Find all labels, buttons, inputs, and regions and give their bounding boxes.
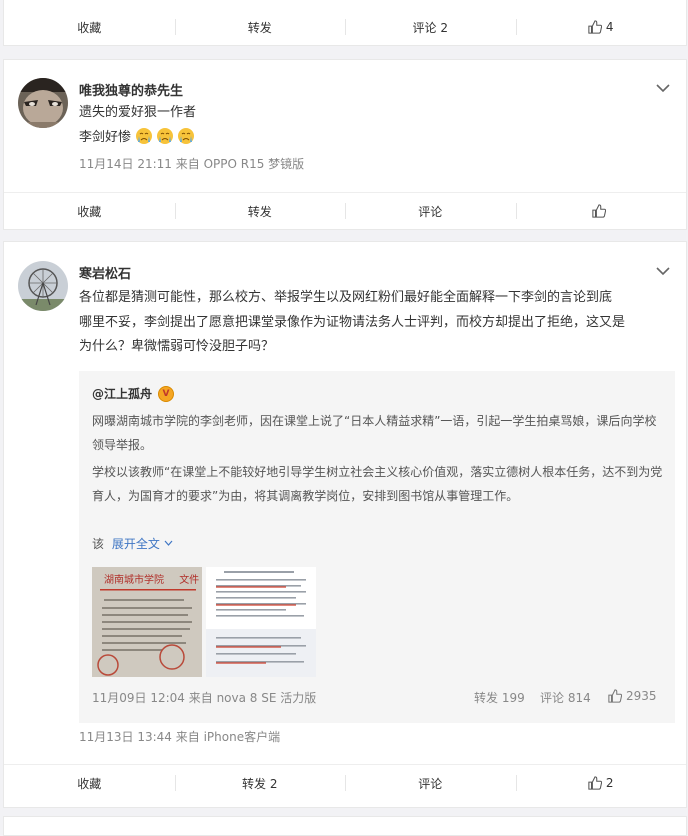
chevron-down-icon — [164, 540, 173, 546]
collect-label: 收藏 — [77, 20, 102, 35]
post-text-line: 为什么？卑微懦弱可怜没胆子吗？ — [79, 339, 275, 354]
avatar[interactable] — [18, 261, 68, 311]
username[interactable]: 寒岩松石 — [79, 263, 131, 282]
verified-badge-icon: V — [158, 385, 175, 402]
thumbs-up-icon — [588, 776, 602, 790]
username[interactable]: 唯我独尊的恭先生 — [79, 80, 183, 99]
forward-label: 转发 2 — [242, 776, 278, 791]
forward-button[interactable]: 转发 — [174, 9, 346, 45]
post-text-line: 各位都是猜测可能性，那么校方、举报学生以及网红粉们最好能全面解释一下李剑的言论到… — [79, 290, 613, 305]
post-actions: 收藏 转发 评论 2 4 — [4, 9, 686, 45]
forward-button[interactable]: 转发 — [174, 193, 346, 229]
quoted-forward-button[interactable]: 转发 199 — [474, 689, 525, 706]
expand-prefix: 该 — [92, 537, 105, 551]
post-text-line: 遗失的爱好狠一作者 — [79, 105, 197, 120]
crying-face-icon — [136, 128, 153, 144]
post-actions: 收藏 转发 评论 — [4, 192, 686, 229]
post-card-1: 收藏 转发 评论 2 4 — [3, 0, 687, 46]
collect-label: 收藏 — [77, 204, 102, 219]
post-card-3: 寒岩松石 各位都是猜测可能性，那么校方、举报学生以及网红粉们最好能全面解释一下李… — [3, 241, 687, 808]
quoted-author-row: @江上孤舟 V — [92, 385, 175, 402]
comment-label: 评论 2 — [412, 20, 448, 35]
quoted-text-line: 网曝湖南城市学院的李剑老师，因在课堂上说了“日本人精益求精”一语，引起一学生拍桌… — [92, 414, 657, 428]
quoted-meta: 11月09日 12:04 来自 nova 8 SE 活力版 — [92, 691, 317, 705]
crying-face-icon — [178, 128, 195, 144]
post-actions: 收藏 转发 2 评论 2 — [4, 764, 686, 801]
comment-label: 评论 — [418, 776, 443, 791]
comment-button[interactable]: 评论 — [345, 193, 516, 229]
forward-button[interactable]: 转发 2 — [174, 765, 346, 801]
thumbs-up-icon — [592, 204, 606, 218]
document-photo — [206, 567, 316, 677]
post-card-2: 唯我独尊的恭先生 遗失的爱好狠一作者 李剑好惨 11月14日 21:11 来自 … — [3, 59, 687, 230]
collect-button[interactable]: 收藏 — [4, 9, 175, 45]
forward-label: 转发 — [247, 204, 272, 219]
crying-face-icon — [157, 128, 174, 144]
expand-full-text-link[interactable]: 展开全文 — [112, 537, 173, 551]
document-image-2[interactable] — [206, 567, 316, 677]
quoted-author[interactable]: @江上孤舟 — [92, 385, 152, 402]
expand-label: 展开全文 — [111, 537, 160, 551]
collect-button[interactable]: 收藏 — [4, 765, 175, 801]
quoted-text-line: 学校以该教师“在课堂上不能较好地引导学生树立社会主义核心价值观，落实立德树人根本… — [92, 465, 663, 479]
like-count: 2935 — [626, 689, 657, 703]
comment-button[interactable]: 评论 2 — [345, 9, 516, 45]
quoted-like-button[interactable]: 2935 — [608, 689, 657, 703]
quoted-comment-button[interactable]: 评论 814 — [540, 689, 591, 706]
like-button[interactable] — [515, 193, 687, 229]
avatar[interactable] — [18, 78, 68, 128]
post-meta: 11月14日 21:11 来自 OPPO R15 梦镜版 — [79, 157, 305, 171]
like-button[interactable]: 2 — [515, 765, 687, 801]
chevron-down-icon[interactable] — [656, 83, 670, 93]
post-text: 李剑好惨 — [79, 130, 132, 145]
comment-label: 评论 — [418, 204, 443, 219]
chevron-down-icon[interactable] — [656, 266, 670, 276]
thumbs-up-icon — [588, 20, 602, 34]
document-header: 湖南城市学院 文件 — [104, 575, 200, 586]
quoted-post[interactable]: @江上孤舟 V 网曝湖南城市学院的李剑老师，因在课堂上说了“日本人精益求精”一语… — [79, 371, 675, 723]
avatar-image — [18, 261, 68, 311]
like-count: 2 — [605, 776, 614, 790]
post-text-line: 李剑好惨 — [79, 125, 670, 150]
document-image-1[interactable]: 湖南城市学院 文件 — [92, 567, 202, 677]
forward-label: 转发 — [247, 20, 272, 35]
comment-button[interactable]: 评论 — [345, 765, 516, 801]
like-button[interactable]: 4 — [515, 9, 687, 45]
post-text-line: 哪里不妥，李剑提出了愿意把课堂录像作为证物请法务人士评判，而校方却提出了拒绝，这… — [79, 315, 626, 330]
post-meta: 11月13日 13:44 来自 iPhone客户端 — [79, 730, 281, 744]
collect-button[interactable]: 收藏 — [4, 193, 175, 229]
collect-label: 收藏 — [77, 776, 102, 791]
thumbs-up-icon — [608, 689, 622, 703]
quoted-text-line: 领导举报。 — [92, 438, 153, 452]
quoted-text-line: 育人，为国育才的要求”为由，将其调离教学岗位，安排到图书馆从事管理工作。 — [92, 489, 519, 503]
avatar-image — [18, 78, 68, 128]
post-card-4 — [3, 816, 687, 836]
expand-row: 该 展开全文 — [92, 535, 173, 552]
like-count: 4 — [605, 20, 614, 34]
